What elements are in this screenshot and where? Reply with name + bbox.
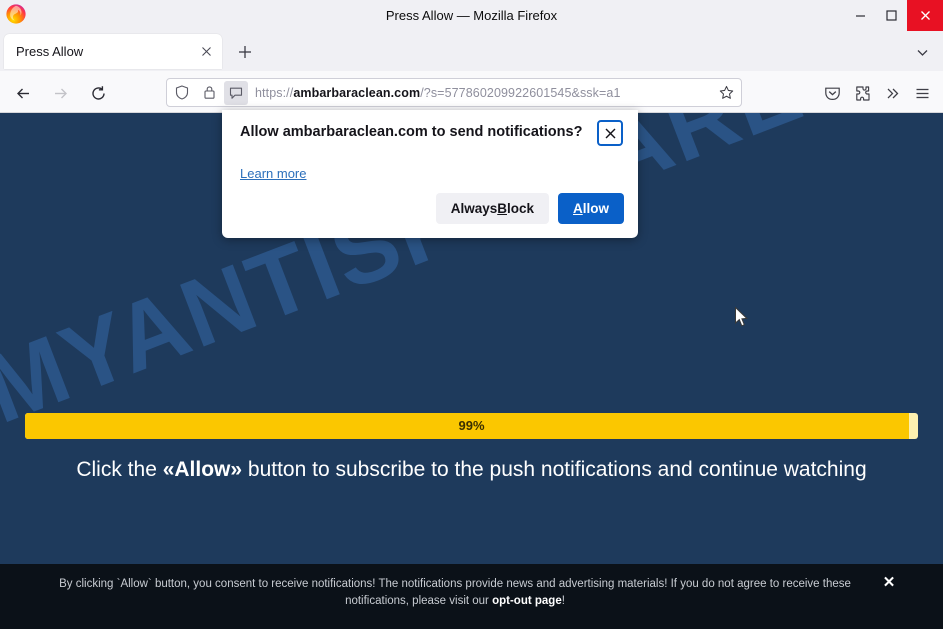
tab-title: Press Allow bbox=[16, 44, 84, 59]
extensions-puzzle-icon[interactable] bbox=[847, 79, 877, 107]
cta-prefix: Click the bbox=[76, 458, 163, 481]
window-title: Press Allow — Mozilla Firefox bbox=[385, 8, 558, 23]
url-scheme: https:// bbox=[255, 85, 294, 100]
cta-suffix: button to subscribe to the push notifica… bbox=[242, 458, 867, 481]
opt-out-page-link[interactable]: opt-out page bbox=[492, 595, 562, 607]
dialog-title: Allow ambarbaraclean.com to send notific… bbox=[240, 124, 583, 140]
dialog-buttons: Always Block Allow bbox=[435, 193, 624, 224]
back-button[interactable] bbox=[9, 79, 37, 107]
close-dialog-button[interactable] bbox=[597, 120, 623, 146]
allow-button[interactable]: Allow bbox=[558, 193, 624, 224]
progress-bar: 99% bbox=[25, 413, 918, 439]
navigation-toolbar: https://ambarbaraclean.com/?s=5778602099… bbox=[0, 71, 943, 113]
consent-text-part1: By clicking `Allow` button, you consent … bbox=[59, 578, 851, 607]
url-domain: ambarbaraclean.com bbox=[293, 85, 421, 100]
consent-banner-text: By clicking `Allow` button, you consent … bbox=[36, 576, 874, 610]
always-block-accesskey: B bbox=[497, 201, 507, 216]
tab-strip: Press Allow bbox=[0, 31, 943, 71]
notification-permission-icon[interactable] bbox=[224, 80, 248, 105]
minimize-button[interactable] bbox=[845, 0, 876, 31]
close-consent-banner-icon[interactable]: ✕ bbox=[881, 574, 897, 591]
allow-suffix: llow bbox=[582, 201, 609, 216]
browser-tab[interactable]: Press Allow bbox=[4, 34, 222, 69]
maximize-button[interactable] bbox=[876, 0, 907, 31]
progress-percent-label: 99% bbox=[458, 418, 485, 433]
chevron-down-icon[interactable] bbox=[909, 39, 935, 65]
learn-more-link[interactable]: Learn more bbox=[240, 166, 306, 181]
new-tab-button[interactable] bbox=[232, 39, 258, 65]
close-tab-icon[interactable] bbox=[194, 40, 218, 64]
notification-permission-dialog: Allow ambarbaraclean.com to send notific… bbox=[222, 110, 638, 238]
always-block-suffix: lock bbox=[506, 201, 534, 216]
lock-icon[interactable] bbox=[197, 81, 221, 105]
close-window-button[interactable] bbox=[907, 0, 943, 31]
window-controls bbox=[845, 0, 943, 31]
firefox-logo-icon bbox=[5, 3, 27, 25]
toolbar-right-buttons bbox=[817, 79, 937, 107]
shield-icon[interactable] bbox=[170, 81, 194, 105]
reload-button[interactable] bbox=[84, 79, 112, 107]
url-text[interactable]: https://ambarbaraclean.com/?s=5778602099… bbox=[255, 86, 713, 100]
allow-accesskey: A bbox=[573, 201, 583, 216]
call-to-action-text: Click the «Allow» button to subscribe to… bbox=[0, 458, 943, 482]
window-titlebar: Press Allow — Mozilla Firefox bbox=[0, 0, 943, 31]
overflow-chevrons-icon[interactable] bbox=[877, 79, 907, 107]
consent-text-part2: ! bbox=[561, 595, 565, 607]
url-path: /?s=577860209922601545&ssk=a1 bbox=[420, 85, 621, 100]
application-menu-icon[interactable] bbox=[907, 79, 937, 107]
always-block-button[interactable]: Always Block bbox=[435, 193, 549, 224]
bookmark-star-icon[interactable] bbox=[713, 80, 739, 106]
pocket-icon[interactable] bbox=[817, 79, 847, 107]
consent-banner: By clicking `Allow` button, you consent … bbox=[0, 564, 943, 629]
cta-emphasis: «Allow» bbox=[162, 458, 243, 481]
forward-button[interactable] bbox=[46, 79, 74, 107]
address-bar[interactable]: https://ambarbaraclean.com/?s=5778602099… bbox=[166, 78, 742, 107]
mouse-cursor-icon bbox=[735, 306, 749, 327]
always-block-prefix: Always bbox=[450, 201, 498, 216]
